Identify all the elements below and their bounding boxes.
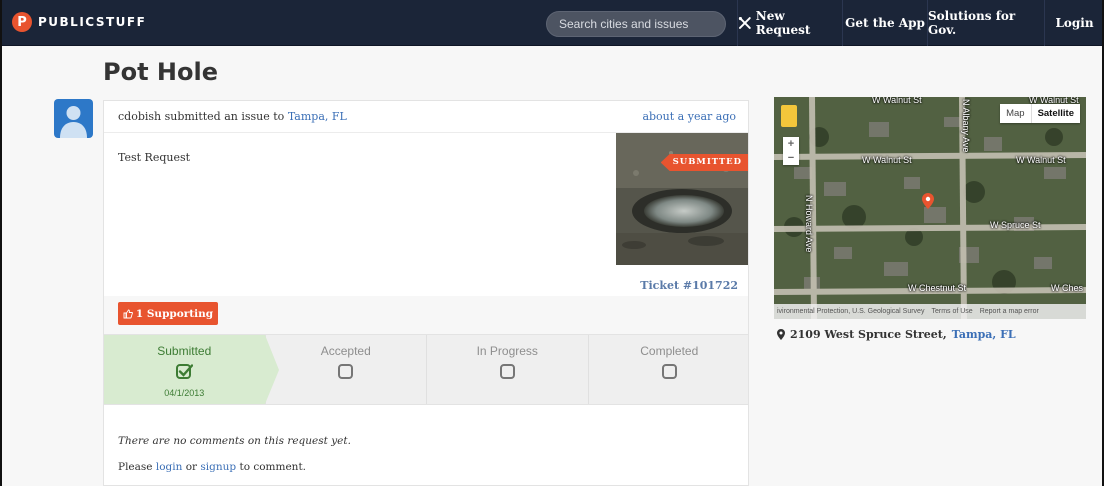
- street-label: N Howard Ave: [804, 195, 814, 253]
- issue-card: cdobish submitted an issue to Tampa, FL …: [103, 100, 749, 486]
- zoom-out-button[interactable]: −: [783, 151, 799, 165]
- address-city-link[interactable]: Tampa, FL: [952, 328, 1016, 341]
- map-zoom-control[interactable]: + −: [783, 137, 799, 165]
- issue-address: 2109 West Spruce Street, Tampa, FL: [777, 328, 1016, 341]
- submitter-line: cdobish submitted an issue to Tampa, FL: [118, 110, 347, 123]
- submitter-text: cdobish submitted an issue to: [118, 110, 285, 123]
- brand-logo-link[interactable]: P PUBLICSTUFF: [12, 12, 146, 32]
- new-request-link[interactable]: New Request: [737, 0, 842, 46]
- issue-body: Test Request SUBMITTED Ticket #101722: [104, 133, 748, 296]
- status-badge: SUBMITTED: [660, 154, 748, 171]
- street-label: W Walnut St: [862, 155, 912, 165]
- map-type-map-button[interactable]: Map: [1000, 104, 1032, 123]
- solutions-for-gov-link[interactable]: Solutions for Gov.: [927, 0, 1044, 46]
- top-navbar: P PUBLICSTUFF Search cities and issues N…: [2, 0, 1102, 46]
- street-label: W Ches: [1051, 283, 1084, 293]
- unchecked-box-icon: [661, 364, 677, 379]
- unchecked-box-icon: [499, 364, 515, 379]
- support-area: 1 Supporting: [104, 296, 748, 334]
- tools-icon: [738, 17, 751, 29]
- step-submitted: Submitted 04/1/2013: [104, 335, 278, 404]
- street-label: W Walnut St: [1016, 155, 1066, 165]
- time-ago-link[interactable]: about a year ago: [642, 110, 736, 123]
- location-link[interactable]: Tampa, FL: [288, 110, 347, 123]
- map-type-satellite-button[interactable]: Satellite: [1032, 104, 1080, 123]
- issue-description: Test Request: [118, 151, 191, 164]
- location-map[interactable]: W Walnut St W Walnut St W Walnut St W Wa…: [774, 97, 1086, 319]
- street-label: N Albany Ave: [961, 99, 971, 153]
- page-title: Pot Hole: [103, 58, 218, 86]
- prompt-or: or: [185, 461, 198, 473]
- prompt-suffix: to comment.: [239, 461, 306, 473]
- map-attribution: ivironmental Protection, U.S. Geological…: [777, 308, 925, 315]
- avatar[interactable]: [54, 99, 93, 138]
- no-comments-text: There are no comments on this request ye…: [118, 435, 351, 447]
- issue-photo[interactable]: SUBMITTED: [616, 133, 748, 265]
- comment-login-prompt: Please login or signup to comment.: [118, 461, 306, 473]
- support-label: 1 Supporting: [135, 307, 214, 320]
- step-label: Submitted: [157, 344, 212, 358]
- map-report-link[interactable]: Report a map error: [980, 308, 1039, 315]
- step-accepted: Accepted: [266, 335, 427, 404]
- ticket-number: Ticket #101722: [640, 279, 738, 292]
- street-label: W Spruce St: [990, 220, 1041, 230]
- issue-header: cdobish submitted an issue to Tampa, FL …: [104, 101, 748, 133]
- checked-box-icon: [175, 364, 193, 379]
- map-type-control: Map Satellite: [1000, 104, 1080, 123]
- location-pin-icon: [777, 329, 785, 340]
- map-marker-icon[interactable]: [922, 193, 934, 209]
- map-attribution-bar: ivironmental Protection, U.S. Geological…: [774, 304, 1086, 319]
- brand-name: PUBLICSTUFF: [38, 15, 147, 29]
- step-date: 04/1/2013: [164, 388, 205, 398]
- get-app-link[interactable]: Get the App: [842, 0, 927, 46]
- support-button[interactable]: 1 Supporting: [118, 302, 218, 325]
- pothole-photo-image: [616, 133, 748, 265]
- user-silhouette-icon: [60, 106, 87, 138]
- street-view-pegman-icon[interactable]: [781, 105, 797, 127]
- step-completed: Completed: [589, 335, 751, 404]
- search-input[interactable]: Search cities and issues: [546, 11, 726, 37]
- unchecked-box-icon: [338, 364, 354, 379]
- street-label: W Walnut St: [872, 97, 922, 105]
- status-progress: Submitted 04/1/2013 Accepted In Progress…: [104, 334, 748, 405]
- thumbs-up-icon: [123, 309, 133, 318]
- publicstuff-logo-icon: P: [12, 12, 32, 32]
- login-comment-link[interactable]: login: [156, 461, 183, 473]
- street-label: W Chestnut St: [908, 283, 967, 293]
- new-request-label: New Request: [755, 9, 811, 37]
- step-label: Accepted: [320, 344, 371, 358]
- prompt-prefix: Please: [118, 461, 153, 473]
- map-terms-link[interactable]: Terms of Use: [931, 308, 972, 315]
- step-in-progress: In Progress: [427, 335, 589, 404]
- step-label: In Progress: [476, 344, 538, 358]
- zoom-in-button[interactable]: +: [783, 137, 799, 151]
- login-link[interactable]: Login: [1044, 0, 1102, 46]
- page-frame: P PUBLICSTUFF Search cities and issues N…: [0, 0, 1104, 486]
- step-label: Completed: [640, 344, 699, 358]
- signup-link[interactable]: signup: [200, 461, 236, 473]
- address-street: 2109 West Spruce Street,: [790, 328, 947, 341]
